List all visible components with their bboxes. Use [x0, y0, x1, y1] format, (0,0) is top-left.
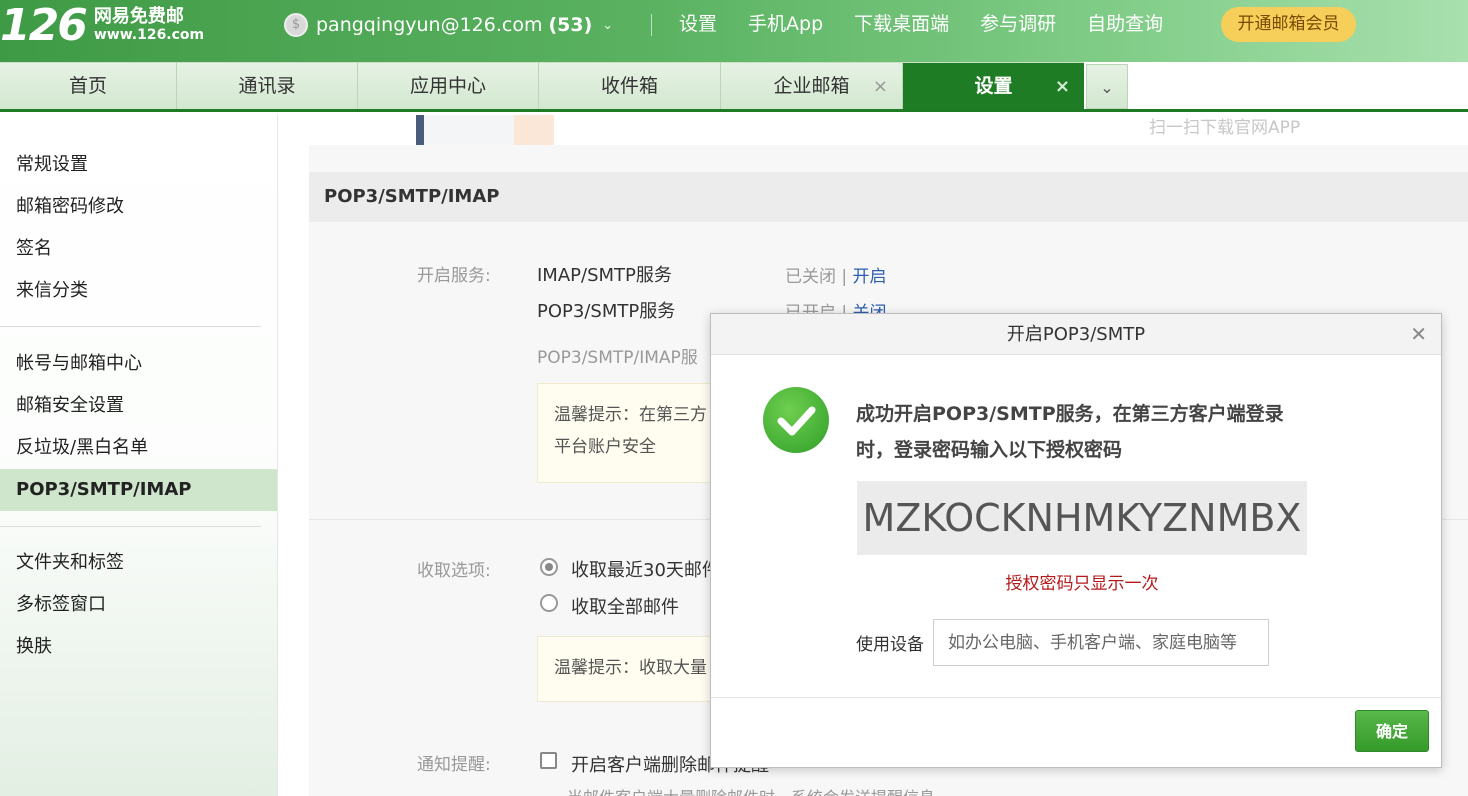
tab-label: 通讯录 — [238, 75, 296, 97]
notify-label: 通知提醒: — [417, 755, 491, 775]
auth-code-warning: 授权密码只显示一次 — [1005, 574, 1159, 594]
sidebar-item-mail-filter[interactable]: 来信分类 — [0, 270, 277, 312]
sidebar-item-multi-tab[interactable]: 多标签窗口 — [0, 584, 277, 626]
tab-inbox[interactable]: 收件箱 — [539, 62, 721, 109]
device-label: 使用设备 — [856, 635, 924, 655]
tab-label: 设置 — [974, 75, 1013, 97]
top-header: 126 网易免费邮 www.126.com $ pangqingyun@126.… — [0, 0, 1468, 62]
sidebar-item-pop3-smtp-imap[interactable]: POP3/SMTP/IMAP — [0, 469, 277, 511]
tab-bar: 首页 通讯录 应用中心 收件箱 企业邮箱 × 设置 × ⌄ — [0, 62, 1468, 112]
sidebar-item-password[interactable]: 邮箱密码修改 — [0, 186, 277, 228]
close-icon[interactable]: × — [1055, 63, 1070, 110]
settings-sidebar: 常规设置 邮箱密码修改 签名 来信分类 帐号与邮箱中心 邮箱安全设置 反垃圾/黑… — [0, 115, 278, 796]
check-mark-icon — [777, 406, 816, 436]
imap-enable-link[interactable]: 开启 — [853, 267, 887, 287]
success-check-icon — [763, 387, 829, 453]
logo-url: www.126.com — [93, 27, 205, 43]
tab-app-center[interactable]: 应用中心 — [358, 62, 539, 109]
sidebar-item-folders[interactable]: 文件夹和标签 — [0, 542, 277, 584]
app-banner: 扫一扫下载官网APP — [309, 115, 1468, 145]
account-menu[interactable]: $ pangqingyun@126.com (53) ⌄ — [284, 12, 613, 38]
chevron-down-icon: ⌄ — [602, 17, 614, 33]
service-note: POP3/SMTP/IMAP服 — [537, 348, 698, 368]
account-email: pangqingyun@126.com — [316, 14, 543, 36]
receive-option-all: 收取全部邮件 — [571, 597, 679, 618]
receive-label: 收取选项: — [417, 561, 491, 581]
header-divider — [651, 14, 652, 36]
auth-code[interactable]: MZKOCKNHMKYZNMBX — [857, 481, 1307, 555]
radio-recent-30-days[interactable] — [540, 558, 558, 576]
header-link-desktop[interactable]: 下载桌面端 — [854, 10, 949, 38]
sidebar-divider — [0, 526, 261, 527]
sidebar-item-security[interactable]: 邮箱安全设置 — [0, 385, 277, 427]
notify-checkbox[interactable] — [540, 752, 557, 769]
tab-label: 应用中心 — [409, 75, 486, 97]
tab-label: 企业邮箱 — [773, 75, 850, 97]
pop3-service-name: POP3/SMTP服务 — [537, 301, 676, 322]
tab-contacts[interactable]: 通讯录 — [177, 62, 358, 109]
device-input[interactable] — [933, 619, 1269, 666]
receive-option-recent: 收取最近30天邮件 — [571, 560, 720, 581]
header-link-mobile-app[interactable]: 手机App — [748, 10, 823, 38]
close-icon[interactable]: ✕ — [1410, 314, 1427, 355]
radio-all-mail[interactable] — [540, 594, 558, 612]
banner-decoration — [514, 115, 554, 145]
imap-service-name: IMAP/SMTP服务 — [537, 265, 672, 286]
section-title: POP3/SMTP/IMAP — [309, 172, 1468, 222]
sidebar-item-general[interactable]: 常规设置 — [0, 144, 277, 186]
header-link-survey[interactable]: 参与调研 — [980, 10, 1056, 38]
tab-label: 首页 — [68, 75, 107, 97]
logo[interactable]: 126 网易免费邮 www.126.com — [0, 2, 204, 50]
sidebar-item-skin[interactable]: 换肤 — [0, 626, 277, 668]
sidebar-item-antispam[interactable]: 反垃圾/黑白名单 — [0, 427, 277, 469]
dialog-title: 开启POP3/SMTP — [1006, 324, 1146, 345]
dialog-header: 开启POP3/SMTP ✕ — [711, 314, 1441, 355]
success-message: 成功开启POP3/SMTP服务，在第三方客户端登录时，登录密码输入以下授权密码 — [856, 403, 1284, 461]
scan-download-text: 扫一扫下载官网APP — [1149, 118, 1301, 138]
close-icon[interactable]: × — [873, 63, 888, 110]
chevron-down-icon: ⌄ — [1100, 78, 1114, 97]
tab-more-button[interactable]: ⌄ — [1086, 64, 1128, 109]
sidebar-item-account-center[interactable]: 帐号与邮箱中心 — [0, 343, 277, 385]
service-label: 开启服务: — [417, 266, 491, 286]
tab-home[interactable]: 首页 — [0, 62, 177, 109]
sidebar-divider — [0, 326, 261, 327]
header-link-settings[interactable]: 设置 — [679, 10, 717, 38]
vip-button[interactable]: 开通邮箱会员 — [1221, 7, 1356, 42]
tab-label: 收件箱 — [600, 75, 658, 97]
logo-title: 网易免费邮 — [93, 6, 184, 27]
header-links: 设置 手机App 下载桌面端 参与调研 自助查询 — [679, 10, 1194, 38]
logo-number: 126 — [0, 0, 88, 51]
dialog-divider — [711, 697, 1441, 698]
imap-service-status: 已关闭 | 开启 — [785, 267, 887, 287]
avatar-icon: $ — [284, 13, 308, 37]
confirm-button[interactable]: 确定 — [1355, 710, 1429, 752]
tab-enterprise-mail[interactable]: 企业邮箱 × — [721, 62, 903, 109]
unread-count: (53) — [548, 14, 593, 36]
imap-status-text: 已关闭 — [785, 267, 836, 287]
header-link-self-service[interactable]: 自助查询 — [1087, 10, 1163, 38]
notify-description: 当邮件客户端大量删除邮件时，系统会发送提醒信息 — [567, 784, 935, 796]
sidebar-item-signature[interactable]: 签名 — [0, 228, 277, 270]
enable-pop3-dialog: 开启POP3/SMTP ✕ 成功开启POP3/SMTP服务，在第三方客户端登录时… — [710, 313, 1442, 768]
logo-text: 网易免费邮 www.126.com — [94, 7, 204, 45]
tab-settings[interactable]: 设置 × — [903, 62, 1084, 109]
phone-illustration — [416, 115, 514, 145]
